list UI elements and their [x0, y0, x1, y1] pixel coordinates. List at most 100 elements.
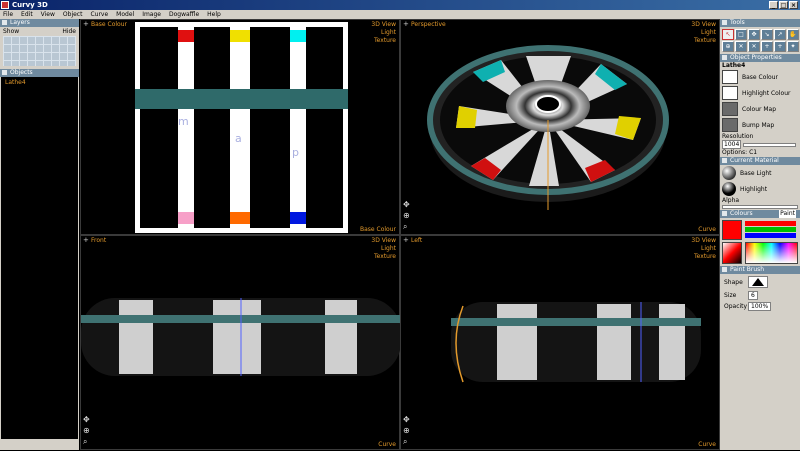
layers-hide-label[interactable]: Hide [62, 27, 76, 36]
viewport-mode[interactable]: Curve [378, 441, 396, 448]
box-select-icon[interactable]: □ [735, 29, 747, 40]
menu-curve[interactable]: Curve [90, 10, 108, 19]
scale-tool-icon[interactable]: ↘ [761, 29, 773, 40]
viewport-perspective[interactable]: + Perspective 3D View Light Texture ✥ ⊕ … [400, 19, 720, 235]
menu-help[interactable]: Help [207, 10, 221, 19]
menu-3d-view[interactable]: 3D View [371, 237, 396, 245]
delete-point-icon[interactable]: ✕ [735, 41, 747, 52]
move-icon[interactable]: ✥ [83, 414, 90, 425]
object-properties-header[interactable]: Object Properties [720, 54, 800, 62]
green-bar[interactable] [745, 227, 796, 232]
viewport-left[interactable]: + Left 3D View Light Texture ✥ ⊕ ⌕ Curve [400, 235, 720, 450]
bump-map-row: Bump Map [720, 117, 800, 133]
maximize-button[interactable]: □ [779, 1, 788, 9]
add-point-icon[interactable]: + [761, 41, 773, 52]
colour-picker [720, 218, 800, 242]
highlight-sphere[interactable] [722, 182, 736, 196]
add-curve-icon[interactable]: + [774, 41, 786, 52]
menu-image[interactable]: Image [142, 10, 161, 19]
hue-palette[interactable] [745, 242, 798, 264]
menu-texture[interactable]: Texture [371, 253, 396, 261]
shade-picker[interactable] [722, 242, 742, 264]
viewport-front[interactable]: + Front 3D View Light Texture ✥ ⊕ ⌕ Curv… [80, 235, 401, 450]
close-button[interactable]: × [789, 1, 798, 9]
tools-header[interactable]: Tools [720, 19, 800, 27]
shape-row: Shape [720, 274, 800, 290]
zoom-icon[interactable]: ⌕ [83, 436, 90, 447]
texture-bottom-swatch-1 [178, 212, 194, 224]
base-colour-swatch[interactable] [722, 70, 738, 84]
rotate-icon[interactable]: ⊕ [83, 425, 90, 436]
current-material-header[interactable]: Current Material [720, 157, 800, 165]
colours-header[interactable]: Colours Paint [720, 210, 800, 218]
menu-3d-view[interactable]: 3D View [691, 21, 716, 29]
special-tool-icon[interactable]: ✦ [787, 41, 799, 52]
viewport-menu: 3D View Light Texture [371, 237, 396, 261]
size-value[interactable]: 6 [748, 291, 758, 300]
minimize-button[interactable]: _ [769, 1, 778, 9]
highlight-colour-swatch[interactable] [722, 86, 738, 100]
viewport-title: Base Colour [91, 21, 127, 28]
menu-object[interactable]: Object [63, 10, 83, 19]
menu-file[interactable]: File [3, 10, 13, 19]
rotate-tool-icon[interactable]: ↗ [774, 29, 786, 40]
colour-map-thumb[interactable] [722, 102, 738, 116]
pan-tool-icon[interactable]: ✋ [787, 29, 799, 40]
menu-texture[interactable]: Texture [691, 253, 716, 261]
viewport-mode[interactable]: Base Colour [360, 226, 396, 233]
menu-texture[interactable]: Texture [371, 37, 396, 45]
move-icon[interactable]: ✥ [403, 414, 410, 425]
select-tool-icon[interactable]: ↖ [722, 29, 734, 40]
opacity-value[interactable]: 100% [748, 302, 772, 311]
maximize-viewport-icon[interactable]: + [83, 21, 89, 28]
texture-map[interactable]: m a p [135, 22, 348, 233]
menu-texture[interactable]: Texture [691, 37, 716, 45]
zoom-icon[interactable]: ⌕ [403, 221, 410, 232]
rotate-icon[interactable]: ⊕ [403, 210, 410, 221]
colour-map-row: Colour Map [720, 101, 800, 117]
rgb-bars [745, 220, 798, 240]
current-colour-swatch[interactable] [722, 220, 742, 240]
move-tool-icon[interactable]: ✥ [748, 29, 760, 40]
blue-bar[interactable] [745, 233, 796, 238]
alpha-slider[interactable] [722, 205, 798, 209]
menu-view[interactable]: View [41, 10, 55, 19]
menu-3d-view[interactable]: 3D View [371, 21, 396, 29]
title-bar: Curvy 3D _ □ × [0, 0, 800, 10]
move-icon[interactable]: ✥ [403, 199, 410, 210]
viewport-base-colour[interactable]: + Base Colour m a p 3D View Light Textur… [80, 19, 400, 235]
red-bar[interactable] [745, 221, 796, 226]
menu-light[interactable]: Light [371, 29, 396, 37]
left-render [451, 302, 701, 383]
resolution-value[interactable]: 1004 [722, 140, 742, 149]
menu-light[interactable]: Light [691, 29, 716, 37]
resolution-row: 1004 [720, 140, 800, 149]
menu-light[interactable]: Light [371, 245, 396, 253]
layers-show-label[interactable]: Show [3, 27, 19, 36]
bump-map-thumb[interactable] [722, 118, 738, 132]
menu-edit[interactable]: Edit [21, 10, 33, 19]
paint-brush-header[interactable]: Paint Brush [720, 266, 800, 274]
viewport-mode[interactable]: Curve [698, 441, 716, 448]
brush-shape[interactable] [748, 276, 768, 288]
layers-grid[interactable] [3, 36, 76, 66]
menu-light[interactable]: Light [691, 245, 716, 253]
colours-mode[interactable]: Paint [779, 210, 796, 218]
viewport-mode[interactable]: Curve [698, 226, 716, 233]
zoom-icon[interactable]: ⌕ [403, 436, 410, 447]
objects-header[interactable]: Objects [0, 69, 79, 77]
base-light-sphere[interactable] [722, 166, 736, 180]
menu-3d-view[interactable]: 3D View [691, 237, 716, 245]
delete-curve-icon[interactable]: ✕ [748, 41, 760, 52]
menu-model[interactable]: Model [116, 10, 134, 19]
object-item-lathe4[interactable]: Lathe4 [5, 79, 74, 86]
texture-letter-a: a [235, 132, 242, 145]
target-tool-icon[interactable]: ⊕ [722, 41, 734, 52]
objects-list[interactable]: Lathe4 [1, 77, 78, 439]
resolution-slider[interactable] [743, 142, 796, 147]
layers-header[interactable]: Layers [0, 19, 79, 27]
options-label[interactable]: Options: C1 [720, 149, 800, 156]
menu-dogwaffle[interactable]: Dogwaffle [169, 10, 199, 19]
rotate-icon[interactable]: ⊕ [403, 425, 410, 436]
base-colour-label: Base Colour [742, 73, 778, 81]
